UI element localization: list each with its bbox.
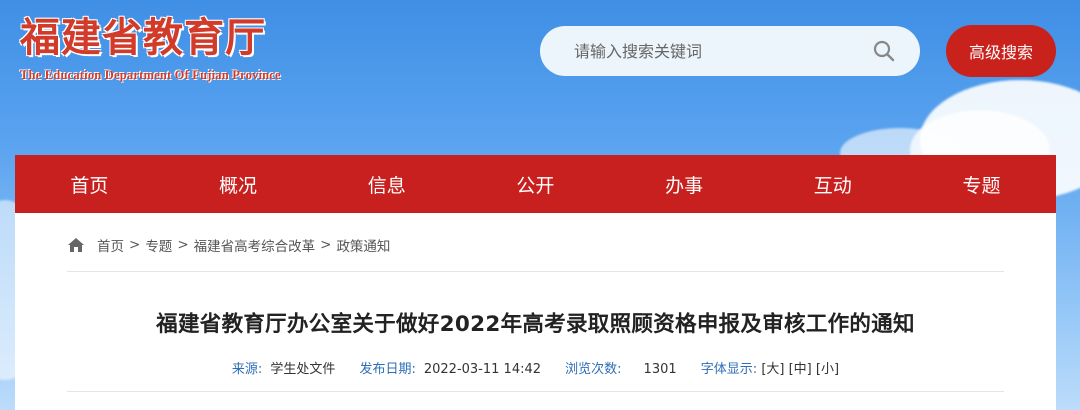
breadcrumb: 首页 > 专题 > 福建省高考综合改革 > 政策通知 [67,235,390,255]
fontsize-medium-button[interactable]: [中] [789,362,812,377]
logo-title: 福建省教育厅 [20,14,266,61]
search-icon[interactable] [872,39,896,63]
article-meta: 来源: 学生处文件 发布日期: 2022-03-11 14:42 浏览次数: 1301… [15,358,1056,377]
views-label: 浏览次数: [565,362,622,377]
breadcrumb-item-topics[interactable]: 专题 [145,235,172,255]
source-label: 来源: [231,362,263,377]
fontsize-label: 字体显示: [700,362,758,377]
advanced-search-button[interactable]: 高级搜索 [946,25,1056,77]
home-icon [68,238,84,252]
breadcrumb-separator: > [129,237,141,253]
nav-item-services[interactable]: 办事 [610,171,759,198]
article-title: 福建省教育厅办公室关于做好2022年高考录取照顾资格申报及审核工作的通知 [156,312,915,337]
breadcrumb-separator: > [177,237,189,253]
divider [67,391,1004,392]
fontsize-small-button[interactable]: [小] [816,362,839,377]
site-logo[interactable]: 福建省教育厅 The Education Department Of Fujia… [20,14,281,83]
nav-item-interaction[interactable]: 互动 [758,171,907,198]
breadcrumb-separator: > [320,237,332,253]
nav-item-home[interactable]: 首页 [15,171,164,198]
date-value: 2022-03-11 14:42 [423,362,542,377]
source-value: 学生处文件 [270,362,336,377]
main-nav: 首页 概况 信息 公开 办事 互动 专题 [15,155,1056,213]
fontsize-large-button[interactable]: [大] [761,362,784,377]
breadcrumb-item-reform[interactable]: 福建省高考综合改革 [194,235,316,255]
date-label: 发布日期: [359,362,416,377]
logo-subtitle: The Education Department Of Fujian Provi… [20,68,281,82]
views-value: 1301 [643,362,677,377]
content-panel: 首页 概况 信息 公开 办事 互动 专题 首页 > 专题 > 福建省高考综合改革… [15,155,1056,410]
divider [67,271,1004,272]
search-box [540,26,920,76]
nav-item-topics[interactable]: 专题 [907,171,1056,198]
search-input[interactable] [572,40,866,62]
nav-item-overview[interactable]: 概况 [164,171,313,198]
breadcrumb-item-home[interactable]: 首页 [97,235,124,255]
nav-item-public[interactable]: 公开 [461,171,610,198]
nav-item-info[interactable]: 信息 [312,171,461,198]
breadcrumb-item-policy[interactable]: 政策通知 [336,235,390,255]
